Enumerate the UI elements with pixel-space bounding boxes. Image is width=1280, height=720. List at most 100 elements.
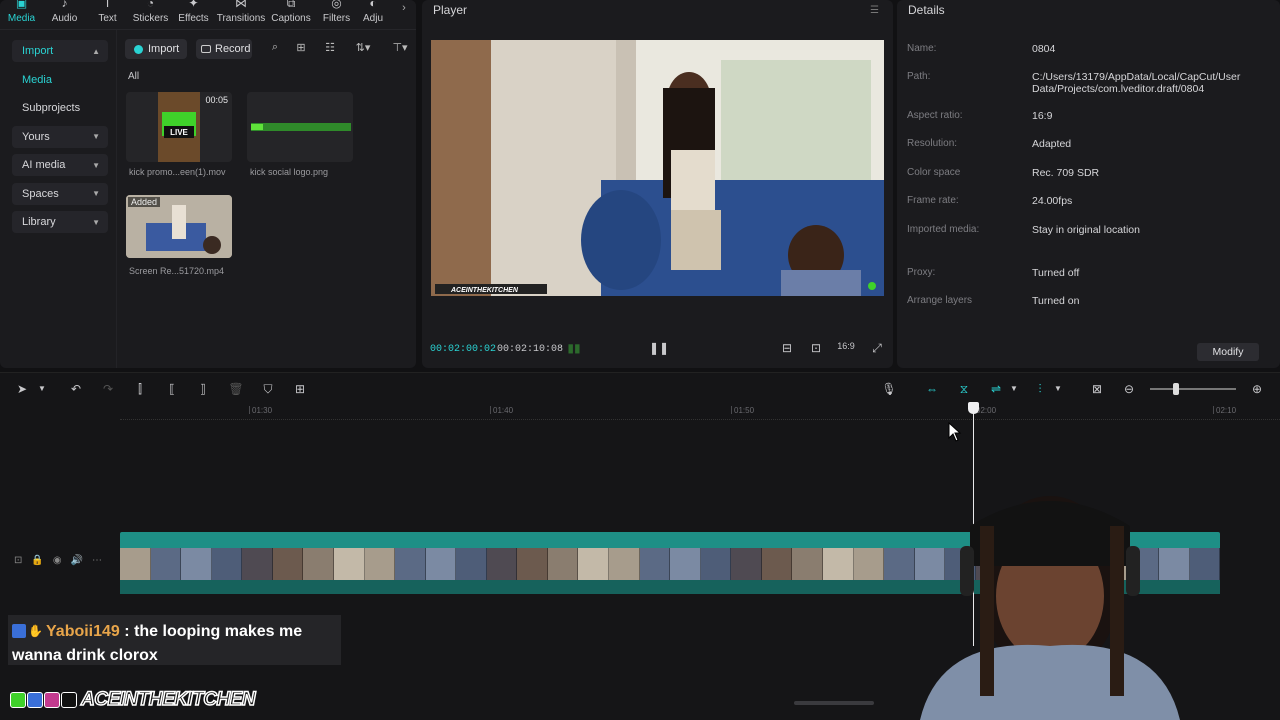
preview-axis-icon[interactable]: ⫶	[1032, 381, 1048, 397]
playhead-handle[interactable]	[968, 402, 979, 414]
tab-filters[interactable]: ◎ Filters	[315, 0, 358, 30]
more-icon[interactable]: ⋯	[92, 555, 102, 571]
split-icon[interactable]: ⫿	[132, 381, 148, 397]
added-badge: Added	[128, 197, 161, 207]
auto-snap-icon[interactable]: ⇌	[988, 381, 1004, 397]
modify-button[interactable]: Modify	[1197, 343, 1259, 361]
menu-icon[interactable]: ☰	[870, 5, 879, 16]
chevron-down-icon[interactable]: ▼	[34, 381, 50, 397]
tab-effects[interactable]: ✦ Effects	[172, 0, 215, 30]
stickers-icon: ◔	[146, 0, 155, 10]
record-icon	[201, 45, 211, 53]
zoom-slider[interactable]	[1150, 388, 1236, 390]
chat-username: Yaboii149	[46, 623, 120, 640]
tab-transitions[interactable]: ⋈ Transitions	[215, 0, 267, 30]
freeze-frame-icon[interactable]: ⊞	[292, 381, 308, 397]
tab-captions[interactable]: ⧉ Captions	[267, 0, 315, 30]
filmstrip-frame	[731, 548, 762, 580]
adjust-icon: ◐	[369, 0, 377, 10]
media-panel: ▣ Media ♪ Audio T Text ◔ Stickers ✦ Effects ⋈…	[0, 0, 416, 368]
filmstrip-frame	[272, 548, 304, 580]
tab-adjust[interactable]: ◐ Adju	[358, 0, 388, 30]
filmstrip-frame	[425, 548, 457, 580]
filmstrip-frame	[333, 548, 365, 580]
aspect-ratio-icon[interactable]: 16:9	[835, 341, 857, 357]
video-preview[interactable]: ACEINTHEKITCHEN	[431, 40, 884, 296]
time-ruler[interactable]: 01:30 01:40 01:50 02:00 02:10	[120, 404, 1280, 420]
tab-audio[interactable]: ♪ Audio	[43, 0, 86, 30]
detail-row-imported-media: Imported media: Stay in original location	[907, 224, 1140, 236]
total-time: 00:02:10:08	[497, 344, 564, 355]
link-clips-icon[interactable]: ⇔	[924, 381, 940, 397]
media-item[interactable]: Added	[126, 195, 232, 258]
search-icon[interactable]: ⌕	[267, 41, 283, 57]
chevron-down-icon: ▼	[92, 189, 100, 198]
filter-icon[interactable]: ⊤▾	[388, 41, 412, 57]
filmstrip-frame	[242, 548, 273, 580]
video-frame: ACEINTHEKITCHEN	[431, 40, 884, 296]
media-item-label: Screen Re...51720.mp4	[129, 266, 225, 276]
filmstrip-frame	[761, 548, 793, 580]
facebook-icon	[27, 692, 43, 708]
transitions-icon: ⋈	[235, 0, 247, 10]
undo-icon[interactable]: ↶	[68, 381, 84, 397]
media-item[interactable]: LIVE 00:05	[126, 92, 232, 162]
sidebar-item-subprojects[interactable]: Subprojects	[12, 97, 108, 119]
main-track-magnet-icon[interactable]: ⧖	[956, 381, 972, 397]
chevron-right-icon[interactable]: ›	[396, 2, 412, 18]
captions-icon: ⧉	[286, 0, 296, 10]
chevron-down-icon[interactable]: ▼	[1050, 381, 1066, 397]
split-right-icon[interactable]: ⟧	[195, 381, 211, 397]
zoom-out-icon[interactable]: ⊖	[1121, 381, 1137, 397]
detail-row-name: Name: 0804	[907, 43, 1056, 55]
tab-stickers[interactable]: ◔ Stickers	[129, 0, 172, 30]
eye-icon[interactable]: ◉	[53, 555, 62, 571]
zoom-in-icon[interactable]: ⊕	[1249, 381, 1265, 397]
track-cover-icon[interactable]: ⊡	[14, 555, 22, 571]
filmstrip-frame	[822, 548, 854, 580]
horizontal-scrollbar[interactable]	[794, 701, 874, 705]
filmstrip-frame	[486, 548, 518, 580]
split-left-icon[interactable]: ⟦	[164, 381, 180, 397]
thumbnail-icon[interactable]: ⊠	[1089, 381, 1105, 397]
filmstrip-frame	[456, 548, 487, 580]
folder-icon[interactable]: ⊞	[293, 41, 309, 57]
filmstrip-frame	[120, 548, 151, 580]
select-tool-icon[interactable]: ➤	[14, 381, 30, 397]
detail-row-arrange-layers: Arrange layers Turned on	[907, 295, 1080, 307]
grid-view-icon[interactable]: ☷	[322, 41, 338, 57]
player-panel: Player ☰ ACEINTHEKITCHEN 00:02:00:02 00:…	[422, 0, 893, 368]
marker-icon[interactable]: ⛉	[260, 381, 276, 397]
import-button[interactable]: Import	[125, 39, 187, 59]
zoom-slider-handle[interactable]	[1173, 383, 1179, 395]
media-item[interactable]	[247, 92, 353, 162]
filmstrip-frame	[150, 548, 182, 580]
chevron-down-icon[interactable]: ▼	[1006, 381, 1022, 397]
tab-media[interactable]: ▣ Media	[0, 0, 43, 30]
hand-icon: ✋	[28, 624, 43, 638]
lock-icon[interactable]: 🔒	[31, 555, 43, 571]
delete-icon[interactable]: 🗑	[228, 381, 244, 397]
sidebar-item-media[interactable]: Media	[12, 69, 108, 91]
record-button[interactable]: Record	[196, 39, 252, 59]
sort-icon[interactable]: ⇅▾	[352, 41, 374, 57]
current-time: 00:02:00:02	[430, 344, 497, 355]
speaker-icon[interactable]: 🔊	[71, 555, 83, 571]
microphone-icon[interactable]: 🎙	[881, 381, 897, 397]
screenshot-icon[interactable]: ⊡	[808, 341, 824, 357]
ruler-tick: 02:00	[972, 406, 997, 415]
full-view-icon[interactable]: ⊟	[779, 341, 795, 357]
filmstrip-frame	[670, 548, 701, 580]
tab-text[interactable]: T Text	[86, 0, 129, 30]
sidebar-item-ai-media[interactable]: AI media ▼	[12, 154, 108, 176]
sidebar-item-yours[interactable]: Yours ▼	[12, 125, 108, 148]
sidebar-item-spaces[interactable]: Spaces ▼	[12, 182, 108, 205]
fullscreen-icon[interactable]: ⤢	[869, 341, 885, 357]
ruler-tick: 01:50	[730, 406, 755, 415]
redo-icon[interactable]: ↷	[100, 381, 116, 397]
sidebar-item-library[interactable]: Library ▼	[12, 211, 108, 233]
filmstrip-frame	[211, 548, 243, 580]
pause-icon[interactable]: ❚❚	[649, 341, 669, 357]
sidebar-item-import[interactable]: Import ▲	[12, 40, 108, 62]
detail-row-aspect-ratio: Aspect ratio: 16:9	[907, 110, 1053, 122]
